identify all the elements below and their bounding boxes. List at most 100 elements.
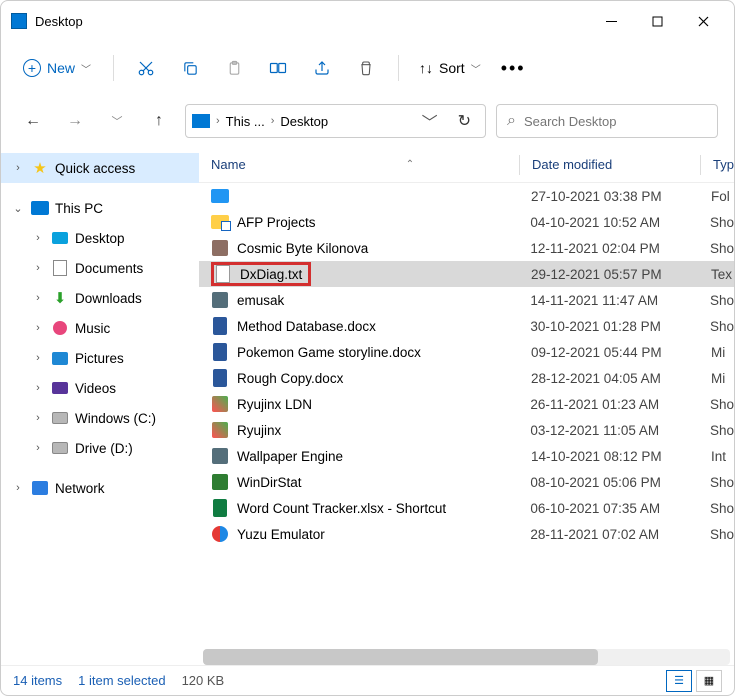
- file-date: 26-11-2021 01:23 AM: [518, 397, 698, 412]
- file-name: Yuzu Emulator: [237, 527, 325, 542]
- sidebar-desktop[interactable]: ›Desktop: [1, 223, 199, 253]
- sidebar-drive-d[interactable]: ›Drive (D:): [1, 433, 199, 463]
- file-row[interactable]: Yuzu Emulator28-11-2021 07:02 AMSho: [199, 521, 734, 547]
- cut-button[interactable]: [126, 50, 166, 86]
- refresh-button[interactable]: ↻: [450, 111, 479, 131]
- column-date[interactable]: Date modified: [520, 157, 700, 172]
- file-type: Mi: [699, 345, 725, 360]
- share-button[interactable]: [302, 50, 342, 86]
- file-name: Pokemon Game storyline.docx: [237, 345, 421, 360]
- file-icon: [211, 215, 229, 229]
- sidebar-label: Pictures: [75, 351, 124, 366]
- more-button[interactable]: •••: [493, 58, 534, 79]
- sidebar: › ★ Quick access ⌄ This PC ›Desktop ›Doc…: [1, 147, 199, 665]
- file-name: Ryujinx: [237, 423, 281, 438]
- drive-icon: [52, 442, 68, 454]
- file-icon: [216, 265, 230, 283]
- view-icons-button[interactable]: ▦: [696, 670, 722, 692]
- search-input[interactable]: [524, 114, 707, 129]
- delete-button[interactable]: [346, 50, 386, 86]
- breadcrumb-seg[interactable]: This ...: [226, 114, 265, 129]
- document-icon: [53, 260, 67, 276]
- file-type: Sho: [698, 319, 734, 334]
- address-dropdown[interactable]: ﹀: [416, 109, 444, 133]
- forward-button[interactable]: →: [59, 105, 91, 137]
- column-type[interactable]: Typ: [701, 157, 734, 172]
- new-button[interactable]: + New ﹀: [13, 53, 101, 83]
- maximize-button[interactable]: [634, 5, 680, 37]
- close-button[interactable]: [680, 5, 726, 37]
- chevron-down-icon[interactable]: ﹀: [101, 105, 133, 137]
- file-date: 12-11-2021 02:04 PM: [518, 241, 698, 256]
- status-count: 14 items: [13, 673, 62, 688]
- file-type: Sho: [698, 293, 734, 308]
- breadcrumb-seg[interactable]: Desktop: [280, 114, 328, 129]
- file-row[interactable]: Ryujinx03-12-2021 11:05 AMSho: [199, 417, 734, 443]
- monitor-icon: [31, 201, 49, 215]
- file-icon: [213, 369, 227, 387]
- horizontal-scrollbar[interactable]: [203, 649, 730, 665]
- search-box[interactable]: ⌕: [496, 104, 718, 138]
- sidebar-this-pc[interactable]: ⌄ This PC: [1, 193, 199, 223]
- file-row[interactable]: Ryujinx LDN 26-11-2021 01:23 AMSho: [199, 391, 734, 417]
- content-pane: Name⌃ Date modified Typ 27-10-2021 03:38…: [199, 147, 734, 665]
- back-button[interactable]: ←: [17, 105, 49, 137]
- file-icon: [212, 396, 228, 412]
- sidebar-label: Drive (D:): [75, 441, 133, 456]
- file-row[interactable]: 27-10-2021 03:38 PMFol: [199, 183, 734, 209]
- expand-icon[interactable]: ›: [11, 162, 25, 174]
- desktop-icon: [52, 232, 68, 244]
- file-row[interactable]: Method Database.docx30-10-2021 01:28 PMS…: [199, 313, 734, 339]
- file-row[interactable]: AFP Projects04-10-2021 10:52 AMSho: [199, 209, 734, 235]
- file-row[interactable]: DxDiag.txt29-12-2021 05:57 PMTex: [199, 261, 734, 287]
- sort-button[interactable]: ↑↓ Sort ﹀: [411, 54, 489, 82]
- file-icon: [212, 292, 228, 308]
- chevron-right-icon: ›: [271, 115, 275, 127]
- up-button[interactable]: ↑: [143, 105, 175, 137]
- sidebar-drive-c[interactable]: ›Windows (C:): [1, 403, 199, 433]
- rename-button[interactable]: [258, 50, 298, 86]
- collapse-icon[interactable]: ⌄: [11, 202, 25, 215]
- sidebar-quick-access[interactable]: › ★ Quick access: [1, 153, 199, 183]
- status-size: 120 KB: [182, 673, 225, 688]
- copy-button[interactable]: [170, 50, 210, 86]
- file-type: Sho: [698, 475, 734, 490]
- file-row[interactable]: emusak14-11-2021 11:47 AMSho: [199, 287, 734, 313]
- sidebar-label: Documents: [75, 261, 143, 276]
- sidebar-pictures[interactable]: ›Pictures: [1, 343, 199, 373]
- file-name: emusak: [237, 293, 284, 308]
- file-row[interactable]: Cosmic Byte Kilonova 12-11-2021 02:04 PMS…: [199, 235, 734, 261]
- file-icon: [213, 499, 227, 517]
- file-row[interactable]: Wallpaper Engine14-10-2021 08:12 PMInt: [199, 443, 734, 469]
- sidebar-label: Desktop: [75, 231, 125, 246]
- sidebar-videos[interactable]: ›Videos: [1, 373, 199, 403]
- sidebar-documents[interactable]: ›Documents: [1, 253, 199, 283]
- view-details-button[interactable]: ☰: [666, 670, 692, 692]
- address-bar[interactable]: › This ... › Desktop ﹀ ↻: [185, 104, 486, 138]
- file-row[interactable]: WinDirStat08-10-2021 05:06 PMSho: [199, 469, 734, 495]
- sidebar-music[interactable]: ›Music: [1, 313, 199, 343]
- file-type: Sho: [698, 241, 734, 256]
- sidebar-label: Music: [75, 321, 110, 336]
- title-bar: Desktop: [1, 1, 734, 41]
- star-icon: ★: [31, 160, 49, 176]
- scrollbar-thumb[interactable]: [203, 649, 598, 665]
- file-name: DxDiag.txt: [240, 267, 302, 282]
- file-icon: [211, 189, 229, 203]
- window-title: Desktop: [35, 14, 588, 29]
- file-row[interactable]: Rough Copy.docx28-12-2021 04:05 AMMi: [199, 365, 734, 391]
- file-row[interactable]: Pokemon Game storyline.docx09-12-2021 05…: [199, 339, 734, 365]
- file-row[interactable]: Word Count Tracker.xlsx - Shortcut06-10-…: [199, 495, 734, 521]
- network-icon: [32, 481, 48, 495]
- new-label: New: [47, 60, 75, 76]
- pictures-icon: [52, 352, 68, 365]
- file-name: Cosmic Byte Kilonova: [237, 241, 368, 256]
- file-name: Ryujinx LDN: [237, 397, 312, 412]
- paste-button[interactable]: [214, 50, 254, 86]
- sidebar-downloads[interactable]: ›⬇Downloads: [1, 283, 199, 313]
- sidebar-network[interactable]: ›Network: [1, 473, 199, 503]
- column-name[interactable]: Name⌃: [199, 157, 519, 172]
- file-date: 27-10-2021 03:38 PM: [519, 189, 699, 204]
- minimize-button[interactable]: [588, 5, 634, 37]
- file-type: Sho: [698, 397, 734, 412]
